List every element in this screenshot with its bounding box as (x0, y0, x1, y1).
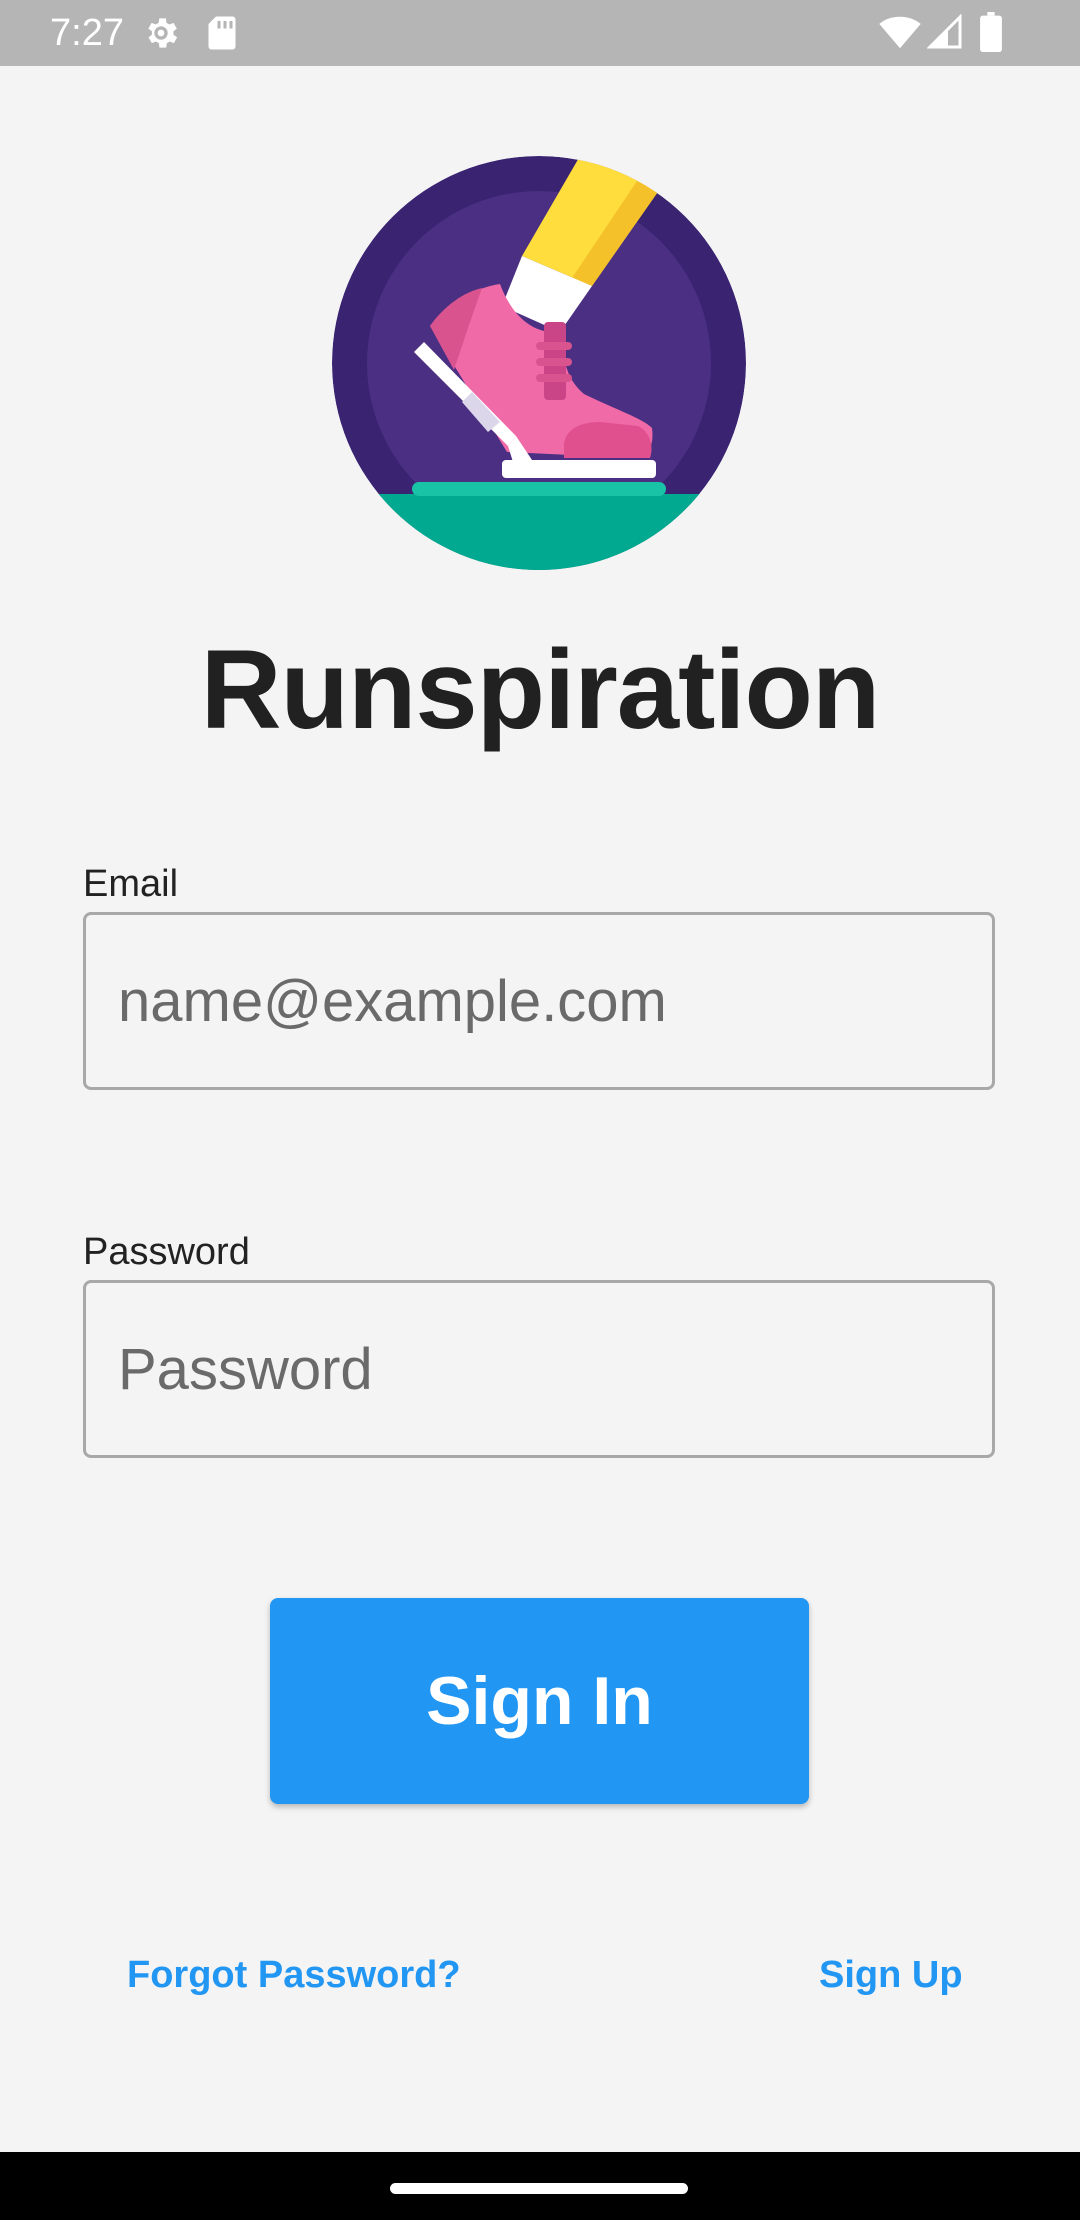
password-label: Password (83, 1231, 250, 1273)
forgot-password-link[interactable]: Forgot Password? (127, 1950, 461, 2000)
signal-icon (927, 14, 962, 49)
navigation-bar (0, 2152, 1080, 2220)
password-field[interactable] (86, 1283, 992, 1455)
status-bar: 7:27 (0, 0, 1080, 66)
battery-icon (980, 12, 1002, 52)
sign-up-link[interactable]: Sign Up (819, 1950, 963, 2000)
wifi-icon (879, 16, 921, 49)
password-field-container (83, 1280, 995, 1458)
email-label: Email (83, 863, 179, 905)
sign-in-button[interactable]: Sign In (270, 1598, 809, 1804)
sd-card-icon (208, 16, 236, 50)
gear-icon (148, 18, 178, 48)
home-gesture-handle[interactable] (390, 2183, 688, 2194)
app-title: Runspiration (200, 627, 881, 752)
email-field-container (83, 912, 995, 1090)
status-time: 7:27 (50, 12, 124, 54)
email-field[interactable] (86, 915, 992, 1087)
app-logo (332, 156, 746, 570)
